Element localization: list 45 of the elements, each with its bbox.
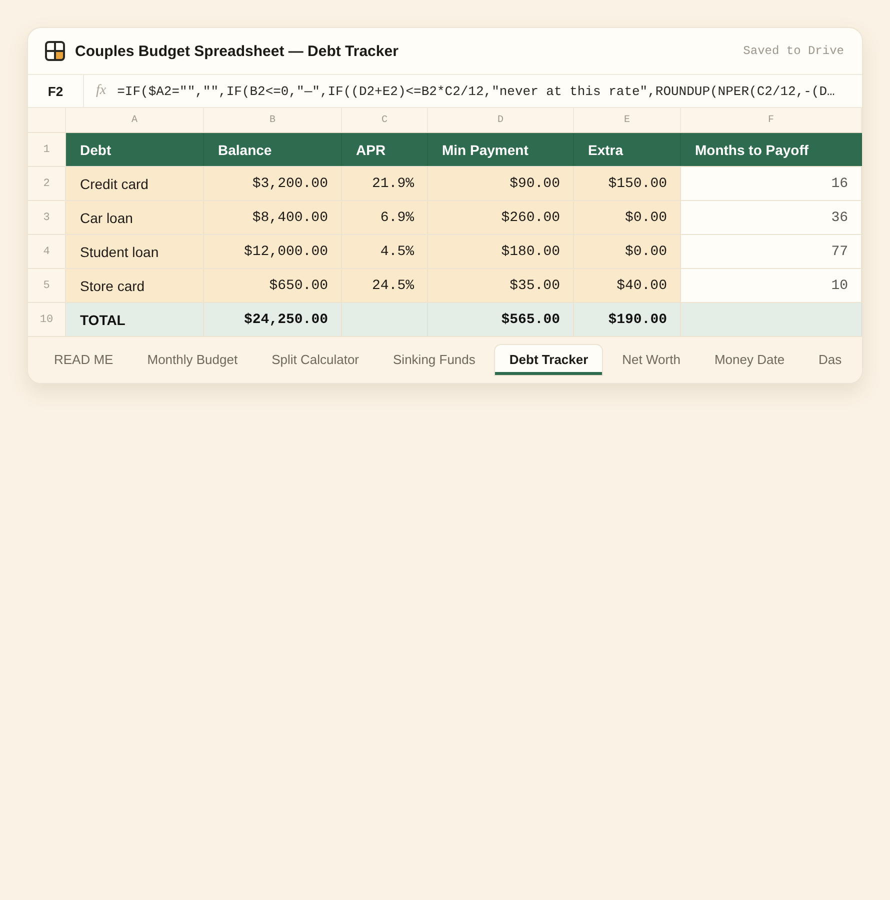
table-cell[interactable]: $0.00 bbox=[574, 235, 681, 268]
table-cell[interactable]: $3,200.00 bbox=[204, 167, 342, 200]
table-cell[interactable]: $35.00 bbox=[428, 269, 574, 302]
column-header: Months to Payoff bbox=[681, 133, 862, 166]
sheet-tab[interactable]: Money Date bbox=[700, 345, 799, 375]
table-cell[interactable]: $90.00 bbox=[428, 167, 574, 200]
table-cell[interactable]: $12,000.00 bbox=[204, 235, 342, 268]
sheet-tab[interactable]: Split Calculator bbox=[258, 345, 374, 375]
table-cell[interactable]: $650.00 bbox=[204, 269, 342, 302]
table-cell[interactable]: Car loan bbox=[66, 201, 204, 234]
table-cell[interactable]: Store card bbox=[66, 269, 204, 302]
sheet-tab[interactable]: Das bbox=[804, 345, 856, 375]
column-header: Balance bbox=[204, 133, 342, 166]
table-cell[interactable]: 6.9% bbox=[342, 201, 428, 234]
table-cell[interactable]: $8,400.00 bbox=[204, 201, 342, 234]
sheet-tab[interactable]: Net Worth bbox=[608, 345, 694, 375]
sheet-tab[interactable]: Debt Tracker bbox=[495, 345, 602, 375]
total-cell[interactable]: $24,250.00 bbox=[204, 303, 342, 336]
table-cell[interactable]: $260.00 bbox=[428, 201, 574, 234]
table-cell[interactable]: 24.5% bbox=[342, 269, 428, 302]
spreadsheet-icon bbox=[45, 41, 65, 61]
window-title: Couples Budget Spreadsheet — Debt Tracker bbox=[75, 42, 398, 60]
formula-text[interactable]: =IF($A2="","",IF(B2<=0,"—",IF((D2+E2)<=B2*C2/12,"never at this rate",ROUNDUP(NPER(C2/12,-(D… bbox=[117, 84, 835, 98]
table-cell[interactable]: Credit card bbox=[66, 167, 204, 200]
sheet-tab[interactable]: Monthly Budget bbox=[133, 345, 252, 375]
table-cell[interactable]: $40.00 bbox=[574, 269, 681, 302]
total-cell[interactable]: $190.00 bbox=[574, 303, 681, 336]
table-cell[interactable]: $150.00 bbox=[574, 167, 681, 200]
table-cell[interactable]: 4.5% bbox=[342, 235, 428, 268]
cell-reference: F2 bbox=[28, 75, 84, 107]
table-cell[interactable]: 21.9% bbox=[342, 167, 428, 200]
column-header: Debt bbox=[66, 133, 204, 166]
column-header: APR bbox=[342, 133, 428, 166]
save-status: Saved to Drive bbox=[743, 44, 844, 58]
table-cell[interactable]: Student loan bbox=[66, 235, 204, 268]
column-header: Extra bbox=[574, 133, 681, 166]
table-cell[interactable]: $0.00 bbox=[574, 201, 681, 234]
total-cell[interactable]: TOTAL bbox=[66, 303, 204, 336]
corner-cell[interactable] bbox=[28, 108, 66, 132]
sheet-tab[interactable]: READ ME bbox=[40, 345, 128, 375]
total-cell[interactable]: $565.00 bbox=[428, 303, 574, 336]
fx-label: fx bbox=[96, 83, 106, 99]
table-cell[interactable]: $180.00 bbox=[428, 235, 574, 268]
column-header: Min Payment bbox=[428, 133, 574, 166]
sheet-tab[interactable]: Sinking Funds bbox=[379, 345, 490, 375]
